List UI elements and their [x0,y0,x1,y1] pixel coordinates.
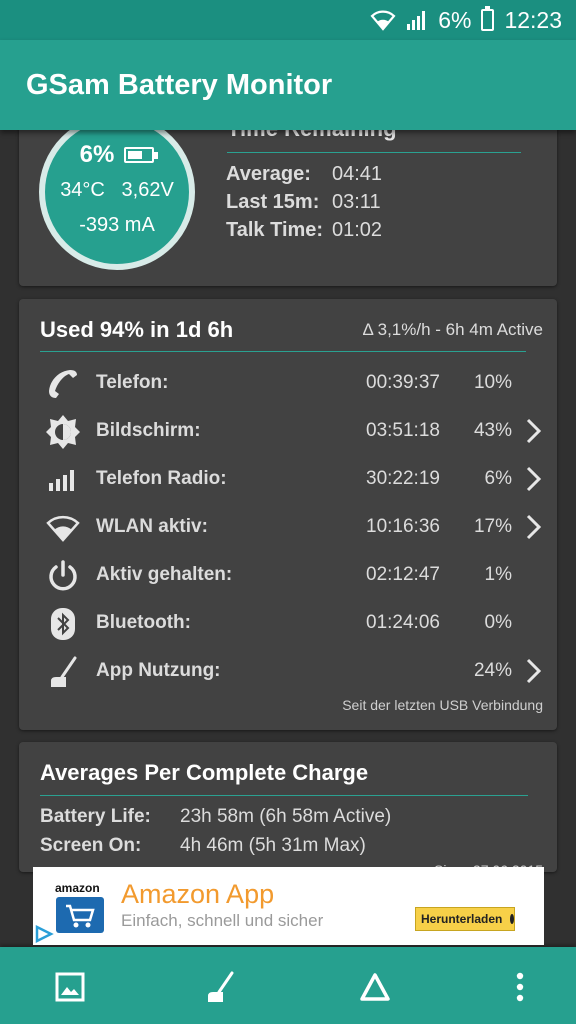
ad-subtitle: Einfach, schnell und sicher [121,911,324,930]
battery-icon [481,6,495,31]
usage-time: 10:16:36 [366,516,440,537]
wifi-icon [370,9,396,31]
chevron-right-icon[interactable] [523,417,543,445]
brightness-icon [45,415,81,449]
time-remaining-list: Average: 04:41 Last 15m: 03:11 Talk Time… [226,160,382,244]
usage-label: Telefon Radio: [96,468,227,489]
time-remaining-value: 03:11 [332,190,381,213]
usage-row-aktiv-gehalten[interactable]: Aktiv gehalten: 02:12:47 1% [19,551,557,599]
battery-voltage: 3,62V [121,179,174,201]
usage-label: Telefon: [96,372,169,393]
usage-percent: 10% [473,372,512,393]
chevron-right-icon[interactable] [523,465,543,493]
time-remaining-row: Last 15m: 03:11 [226,188,382,216]
divider [40,795,528,796]
shopping-cart-icon [66,904,95,928]
ad-banner[interactable]: amazon Amazon App Einfach, schnell und s… [33,867,544,945]
usage-time: 30:22:19 [366,468,440,489]
app-usage-icon [208,971,234,1002]
image-icon [55,972,85,1002]
bluetooth-icon [45,607,81,641]
status-battery-percent: 6% [438,6,472,33]
power-icon [45,559,81,593]
time-remaining-row: Talk Time: 01:02 [226,216,382,244]
more-vert-icon [516,972,524,1002]
usage-label: Bluetooth: [96,612,191,633]
app-usage-icon [45,655,81,689]
averages-row: Screen On: 4h 46m (5h 31m Max) [40,831,391,860]
status-time: 12:23 [504,6,562,33]
usage-time: 01:24:06 [366,612,440,633]
ad-brand: amazon [55,881,100,895]
status-bar: 6% 12:23 [0,0,576,40]
phone-icon [45,367,81,401]
ad-title: Amazon App [121,879,275,909]
nav-app-usage-button[interactable] [200,967,240,1007]
battery-gauge[interactable]: 6% 34°C 3,62V -393 mA [39,114,195,270]
time-remaining-label: Talk Time: [226,218,324,241]
usage-row-bluetooth[interactable]: Bluetooth: 01:24:06 0% [19,599,557,647]
ad-download-label: Herunterladen [421,912,503,926]
usage-time: 00:39:37 [366,372,440,393]
averages-list: Battery Life: 23h 58m (6h 58m Active) Sc… [40,802,391,860]
play-icon [510,914,514,924]
usage-label: WLAN aktiv: [96,516,208,537]
averages-value: 23h 58m (6h 58m Active) [180,805,392,827]
usage-row-app-nutzung[interactable]: App Nutzung: 24% [19,647,557,695]
battery-temperature: 34°C [60,179,105,201]
nav-delta-button[interactable] [355,967,395,1007]
usage-row-bildschirm[interactable]: Bildschirm: 03:51:18 43% [19,407,557,455]
chevron-right-icon[interactable] [523,657,543,685]
usage-note: Seit der letzten USB Verbindung [342,697,543,713]
bottom-nav [0,947,576,1024]
amazon-app-logo: amazon [49,879,111,937]
usage-rate: Δ 3,1%/h - 6h 4m Active [362,320,543,339]
ad-download-button[interactable]: Herunterladen [415,907,515,931]
usage-time: 02:12:47 [366,564,440,585]
signal-bars-icon [45,463,81,497]
time-remaining-value: 04:41 [332,162,383,185]
nav-more-button[interactable] [500,967,540,1007]
battery-percent: 6% [79,141,115,168]
usage-label: Aktiv gehalten: [96,564,233,585]
usage-percent: 6% [484,468,512,489]
averages-value: 4h 46m (5h 31m Max) [180,834,366,856]
wifi-icon [45,511,81,545]
nav-image-button[interactable] [50,967,90,1007]
averages-label: Battery Life: [40,805,151,827]
averages-row: Battery Life: 23h 58m (6h 58m Active) [40,802,391,831]
usage-percent: 43% [473,420,512,441]
usage-percent: 0% [484,612,512,633]
usage-label: Bildschirm: [96,420,201,441]
usage-list: Telefon: 00:39:37 10% Bildschirm: 03:51:… [19,359,557,695]
delta-icon [360,973,390,1001]
usage-row-wlan[interactable]: WLAN aktiv: 10:16:36 17% [19,503,557,551]
app-bar: GSam Battery Monitor [0,40,576,130]
time-remaining-label: Average: [226,162,311,185]
divider [227,152,521,153]
averages-heading: Averages Per Complete Charge [40,760,369,785]
averages-label: Screen On: [40,834,142,856]
usage-row-telefon-radio[interactable]: Telefon Radio: 30:22:19 6% [19,455,557,503]
battery-level-icon [124,147,159,163]
chevron-right-icon[interactable] [523,513,543,541]
usage-card: Used 94% in 1d 6h Δ 3,1%/h - 6h 4m Activ… [19,299,557,730]
battery-current: -393 mA [79,214,155,236]
signal-icon [406,10,428,30]
time-remaining-row: Average: 04:41 [226,160,382,188]
ad-choices-icon[interactable] [33,923,55,945]
usage-percent: 17% [473,516,512,537]
time-remaining-label: Last 15m: [226,190,320,213]
app-title: GSam Battery Monitor [26,68,333,101]
usage-time: 03:51:18 [366,420,440,441]
usage-label: App Nutzung: [96,660,221,681]
averages-card: Averages Per Complete Charge Battery Lif… [19,742,557,872]
time-remaining-value: 01:02 [332,218,383,241]
battery-status-card[interactable]: 6% 34°C 3,62V -393 mA Time Remaining Ave… [19,110,557,286]
usage-heading: Used 94% in 1d 6h [40,317,234,342]
usage-percent: 24% [473,660,512,681]
divider [40,351,526,352]
usage-percent: 1% [484,564,512,585]
usage-row-telefon[interactable]: Telefon: 00:39:37 10% [19,359,557,407]
